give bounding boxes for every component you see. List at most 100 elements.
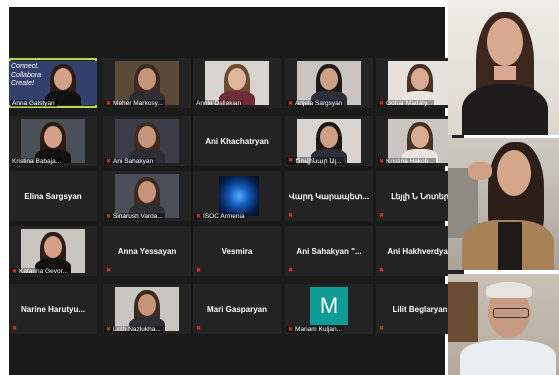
mic-muted-icon: ✖ bbox=[106, 213, 112, 220]
mic-muted-icon: ✖ bbox=[196, 213, 202, 220]
participant-tile[interactable]: Vesmira ✖ bbox=[193, 226, 281, 276]
participant-video: Connect. Collabora Create! bbox=[9, 61, 97, 105]
speaker-video-2[interactable] bbox=[448, 138, 559, 270]
participant-video bbox=[388, 119, 452, 163]
participant-tile[interactable]: M ✖ Mariam Kuljan... bbox=[285, 284, 373, 334]
person-head bbox=[138, 181, 156, 203]
mic-muted-icon: ✖ bbox=[12, 326, 18, 332]
person-head bbox=[411, 126, 429, 148]
participant-tile[interactable]: ✖ Ani Sahakyan bbox=[103, 116, 191, 166]
person-head bbox=[411, 68, 429, 90]
banner-line: Collabora bbox=[11, 71, 41, 79]
participant-label: ✖ Katarina Gevor... bbox=[10, 268, 70, 275]
mic-muted-icon: ✖ bbox=[106, 158, 112, 165]
mic-muted-icon: ✖ bbox=[196, 268, 202, 274]
participant-tile[interactable]: Annie Dallakian bbox=[193, 58, 281, 108]
participant-video bbox=[21, 119, 85, 163]
participant-label: ✖ Ani Sahakyan bbox=[104, 158, 156, 165]
participant-tile[interactable]: ✖ Lilith Nazlukha... bbox=[103, 284, 191, 334]
participant-tile[interactable]: Anna Yessayan ✖ bbox=[103, 226, 191, 276]
participant-label: ✖ Sinarush Varda... bbox=[104, 213, 165, 220]
participant-label: ✖ Ծովինար Ալ... bbox=[286, 157, 344, 165]
participant-tile[interactable]: ✖ ISOC Armenia bbox=[193, 171, 281, 221]
participant-name: Վարդ Կարապետ... bbox=[288, 191, 370, 201]
participant-tile[interactable]: Mari Gasparyan ✖ bbox=[193, 284, 281, 334]
participant-name: Sinarush Varda... bbox=[113, 213, 163, 220]
banner-text: Connect. Collabora Create! bbox=[11, 63, 41, 89]
participant-name: ISOC Armenia bbox=[203, 213, 245, 220]
person-head bbox=[138, 294, 156, 316]
speaker-video-3[interactable] bbox=[448, 274, 559, 375]
participant-name: Anjela Sargsyan bbox=[295, 100, 343, 107]
participant-label: Annie Dallakian bbox=[194, 100, 244, 107]
person-head bbox=[44, 126, 62, 148]
person-head bbox=[320, 68, 338, 90]
participant-name: Mariam Kuljan... bbox=[295, 326, 342, 333]
participant-name: Elina Sargsyan bbox=[24, 191, 82, 201]
participant-label: ✖ Anjela Sargsyan bbox=[286, 100, 345, 107]
participant-tile[interactable]: Connect. Collabora Create! Anna Galstyan bbox=[9, 58, 97, 108]
person-head bbox=[54, 68, 72, 90]
participant-label: ✖ Lilith Nazlukha... bbox=[104, 326, 163, 333]
participant-tile[interactable]: Ani Khachatryan bbox=[193, 116, 281, 166]
mic-muted-icon: ✖ bbox=[288, 158, 294, 164]
participant-label: Anna Galstyan bbox=[10, 100, 57, 107]
mic-muted-icon: ✖ bbox=[379, 100, 385, 107]
participant-name: Vesmira bbox=[221, 246, 253, 256]
participant-tile[interactable]: ✖ Meher Markosy... bbox=[103, 58, 191, 108]
participant-name: Meher Markosy... bbox=[113, 100, 163, 107]
participant-video bbox=[115, 61, 179, 105]
mic-muted-icon: ✖ bbox=[379, 213, 385, 219]
avatar-initial: M bbox=[310, 287, 348, 325]
participant-name: Kristina Hakob... bbox=[386, 158, 434, 165]
participant-label: Kristina Babaja... bbox=[10, 158, 64, 165]
mic-muted-icon: ✖ bbox=[379, 268, 385, 274]
mic-muted-icon: ✖ bbox=[106, 326, 112, 333]
participant-video bbox=[115, 287, 179, 331]
participant-video bbox=[115, 119, 179, 163]
person-head bbox=[138, 126, 156, 148]
participant-tile[interactable]: Narine Harutyu... ✖ bbox=[9, 284, 97, 334]
mic-muted-icon: ✖ bbox=[379, 158, 385, 165]
participant-label: ✖ Mariam Kuljan... bbox=[286, 326, 344, 333]
participant-label: ✖ Gohar Madaty... bbox=[377, 100, 435, 107]
banner-line: Create! bbox=[11, 80, 34, 87]
participant-label: ✖ ISOC Armenia bbox=[194, 213, 247, 220]
mic-muted-icon: ✖ bbox=[288, 100, 294, 107]
participant-name: Narine Harutyu... bbox=[20, 304, 85, 314]
participant-name: Mari Gasparyan bbox=[206, 304, 268, 314]
participant-name: Ani Sahakyan bbox=[113, 158, 154, 165]
participant-video bbox=[21, 229, 85, 273]
participant-name: Ani Khachatryan bbox=[205, 136, 269, 146]
participant-name: Ծովինար Ալ... bbox=[295, 158, 342, 165]
person-head bbox=[320, 126, 338, 148]
participant-tile[interactable]: ✖ Anjela Sargsyan bbox=[285, 58, 373, 108]
person-head bbox=[138, 68, 156, 90]
mic-muted-icon: ✖ bbox=[106, 100, 112, 107]
participant-tile[interactable]: ✖ Katarina Gevor... bbox=[9, 226, 97, 276]
banner-line: Connect. bbox=[11, 63, 40, 70]
mic-muted-icon: ✖ bbox=[12, 268, 18, 275]
participant-label: ✖ Kristina Hakob... bbox=[377, 158, 436, 165]
participant-video bbox=[115, 174, 179, 218]
mic-muted-icon: ✖ bbox=[288, 268, 294, 274]
participant-tile[interactable]: Elina Sargsyan bbox=[9, 171, 97, 221]
participant-tile[interactable]: Ani Sahakyan "... ✖ bbox=[285, 226, 373, 276]
mic-muted-icon: ✖ bbox=[288, 213, 294, 219]
participant-video bbox=[219, 176, 259, 216]
mic-muted-icon: ✖ bbox=[288, 326, 294, 333]
mic-muted-icon: ✖ bbox=[106, 268, 112, 274]
participant-tile[interactable]: Kristina Babaja... bbox=[9, 116, 97, 166]
participant-label: ✖ Meher Markosy... bbox=[104, 100, 165, 107]
person-head bbox=[44, 236, 62, 258]
participant-video bbox=[388, 61, 452, 105]
participant-video bbox=[205, 61, 269, 105]
participant-name: Anna Galstyan bbox=[12, 100, 55, 107]
participant-tile[interactable]: Վարդ Կարապետ... ✖ bbox=[285, 171, 373, 221]
participant-name: Annie Dallakian bbox=[196, 100, 242, 107]
participant-tile[interactable]: ✖ Sinarush Varda... bbox=[103, 171, 191, 221]
speaker-video-1[interactable] bbox=[448, 0, 559, 135]
participant-name: Lilith Nazlukha... bbox=[113, 326, 161, 333]
participant-tile[interactable]: ✖ Ծովինար Ալ... bbox=[285, 116, 373, 166]
participant-name: Anna Yessayan bbox=[117, 246, 177, 256]
